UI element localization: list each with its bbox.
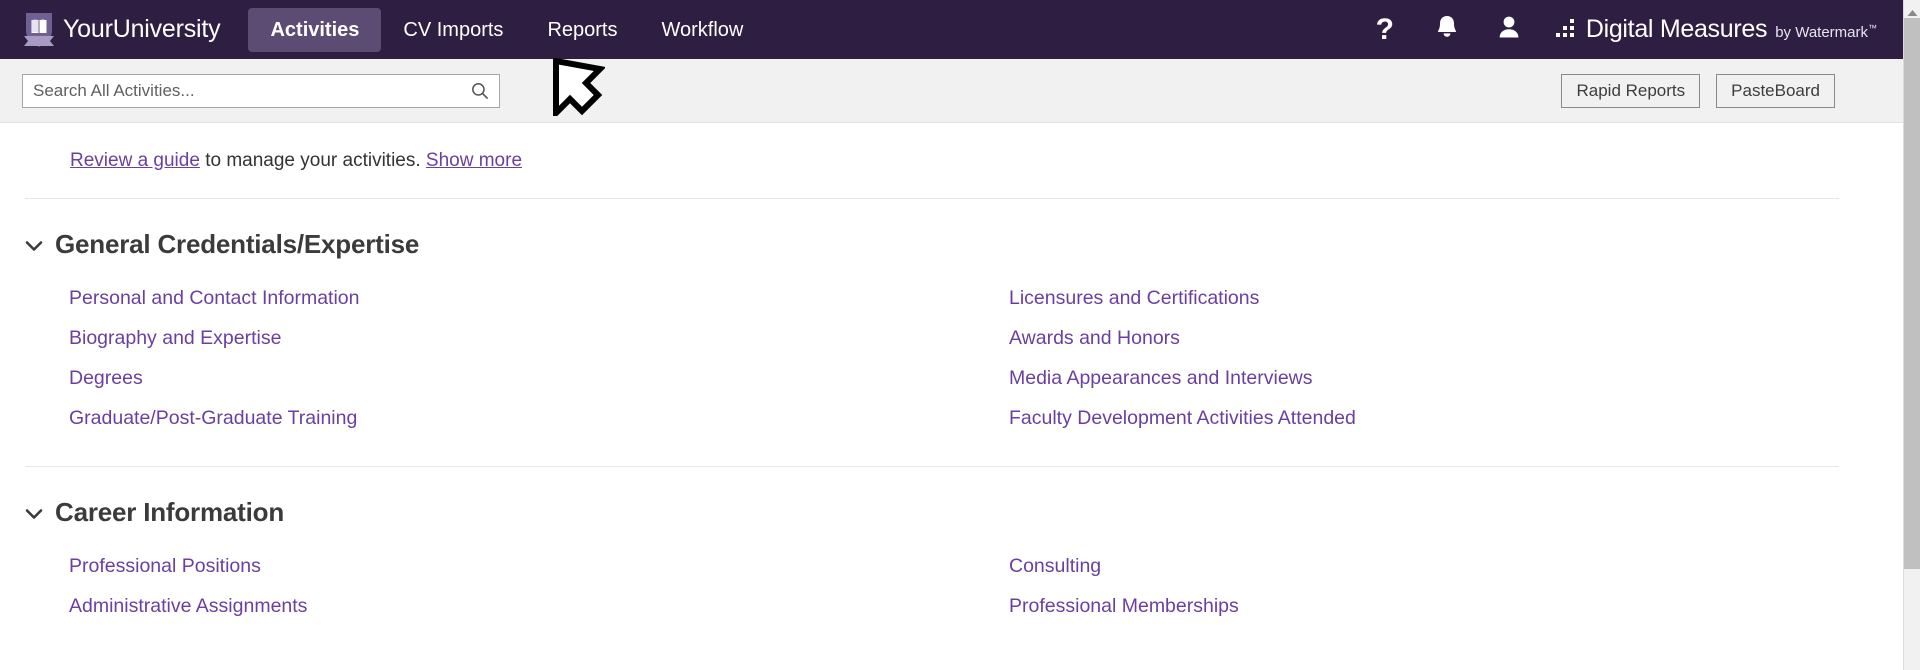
toolbar-actions: Rapid Reports PasteBoard xyxy=(1561,73,1881,108)
nav-item-reports[interactable]: Reports xyxy=(525,8,639,52)
show-more-link[interactable]: Show more xyxy=(426,150,522,171)
activity-link-graduate-post-graduate-training[interactable]: Graduate/Post-Graduate Training xyxy=(69,398,357,438)
section-general-credentials: General Credentials/Expertise Personal a… xyxy=(0,199,1903,466)
user-profile-button[interactable] xyxy=(1478,0,1540,59)
section-career-information: Career Information Professional Position… xyxy=(0,467,1903,654)
section-title: Career Information xyxy=(55,497,285,527)
search-input[interactable] xyxy=(22,73,500,108)
digital-measures-dots-icon xyxy=(1555,19,1578,39)
nav-item-activities[interactable]: Activities xyxy=(248,7,382,52)
pasteboard-button[interactable]: PasteBoard xyxy=(1716,73,1835,108)
section-links-general-credentials: Personal and Contact Information Biograp… xyxy=(25,278,1839,466)
main-content: Review a guide to manage your activities… xyxy=(0,123,1903,654)
top-navigation-bar: YourUniversity Activities CV Imports Rep… xyxy=(0,0,1903,59)
guide-banner: Review a guide to manage your activities… xyxy=(0,123,1903,198)
section-header-general-credentials[interactable]: General Credentials/Expertise xyxy=(25,199,419,278)
section-title: General Credentials/Expertise xyxy=(55,229,420,259)
activity-link-awards-and-honors[interactable]: Awards and Honors xyxy=(1009,318,1180,358)
activity-link-media-appearances-and-interviews[interactable]: Media Appearances and Interviews xyxy=(1009,358,1313,398)
chevron-down-icon xyxy=(25,239,43,251)
activity-link-faculty-development-activities-attended[interactable]: Faculty Development Activities Attended xyxy=(1009,398,1356,438)
notifications-button[interactable] xyxy=(1416,0,1478,59)
search-container xyxy=(22,73,500,108)
brand-name: YourUniversity xyxy=(63,15,221,43)
nav-item-workflow[interactable]: Workflow xyxy=(639,8,765,52)
activity-link-personal-contact-information[interactable]: Personal and Contact Information xyxy=(69,278,360,318)
user-profile-icon xyxy=(1497,14,1521,45)
activity-link-professional-memberships[interactable]: Professional Memberships xyxy=(1009,586,1239,626)
nav-item-cv-imports[interactable]: CV Imports xyxy=(381,8,525,52)
activity-link-biography-and-expertise[interactable]: Biography and Expertise xyxy=(69,318,281,358)
product-subtitle: by Watermark™ xyxy=(1775,23,1877,41)
brand-logo[interactable]: YourUniversity xyxy=(22,11,221,49)
activity-link-consulting[interactable]: Consulting xyxy=(1009,546,1101,586)
review-guide-link[interactable]: Review a guide xyxy=(70,150,200,171)
activity-link-professional-positions[interactable]: Professional Positions xyxy=(69,546,261,586)
activity-link-administrative-assignments[interactable]: Administrative Assignments xyxy=(69,586,307,626)
product-title: Digital Measures xyxy=(1585,15,1768,43)
activity-link-degrees[interactable]: Degrees xyxy=(69,358,143,398)
help-button[interactable]: ? xyxy=(1354,0,1416,59)
section-header-career-information[interactable]: Career Information xyxy=(25,467,284,546)
rapid-reports-button[interactable]: Rapid Reports xyxy=(1561,73,1701,108)
shield-book-icon xyxy=(22,11,56,49)
guide-middle-text: to manage your activities. xyxy=(199,150,426,171)
link-column-right: Consulting Professional Memberships xyxy=(1009,546,1839,626)
nav-right-actions: ? Digital Measures by Watermark™ xyxy=(1354,0,1887,59)
link-column-right: Licensures and Certifications Awards and… xyxy=(1009,278,1839,438)
page-scrollbar[interactable] xyxy=(1903,0,1920,670)
help-question-icon: ? xyxy=(1375,12,1394,46)
scrollbar-thumb[interactable] xyxy=(1904,18,1920,569)
link-column-left: Professional Positions Administrative As… xyxy=(69,546,1009,626)
scroll-up-arrow-icon[interactable] xyxy=(1907,4,1918,16)
trademark-symbol: ™ xyxy=(1868,23,1877,33)
main-nav-items: Activities CV Imports Reports Workflow xyxy=(248,7,765,52)
activities-toolbar: Rapid Reports PasteBoard xyxy=(0,59,1903,123)
section-links-career-information: Professional Positions Administrative As… xyxy=(25,546,1839,654)
link-column-left: Personal and Contact Information Biograp… xyxy=(69,278,1009,438)
chevron-down-icon xyxy=(25,507,43,519)
bell-notification-icon xyxy=(1435,14,1459,45)
activity-link-licensures-and-certifications[interactable]: Licensures and Certifications xyxy=(1009,278,1259,318)
digital-measures-logo: Digital Measures by Watermark™ xyxy=(1555,15,1887,44)
